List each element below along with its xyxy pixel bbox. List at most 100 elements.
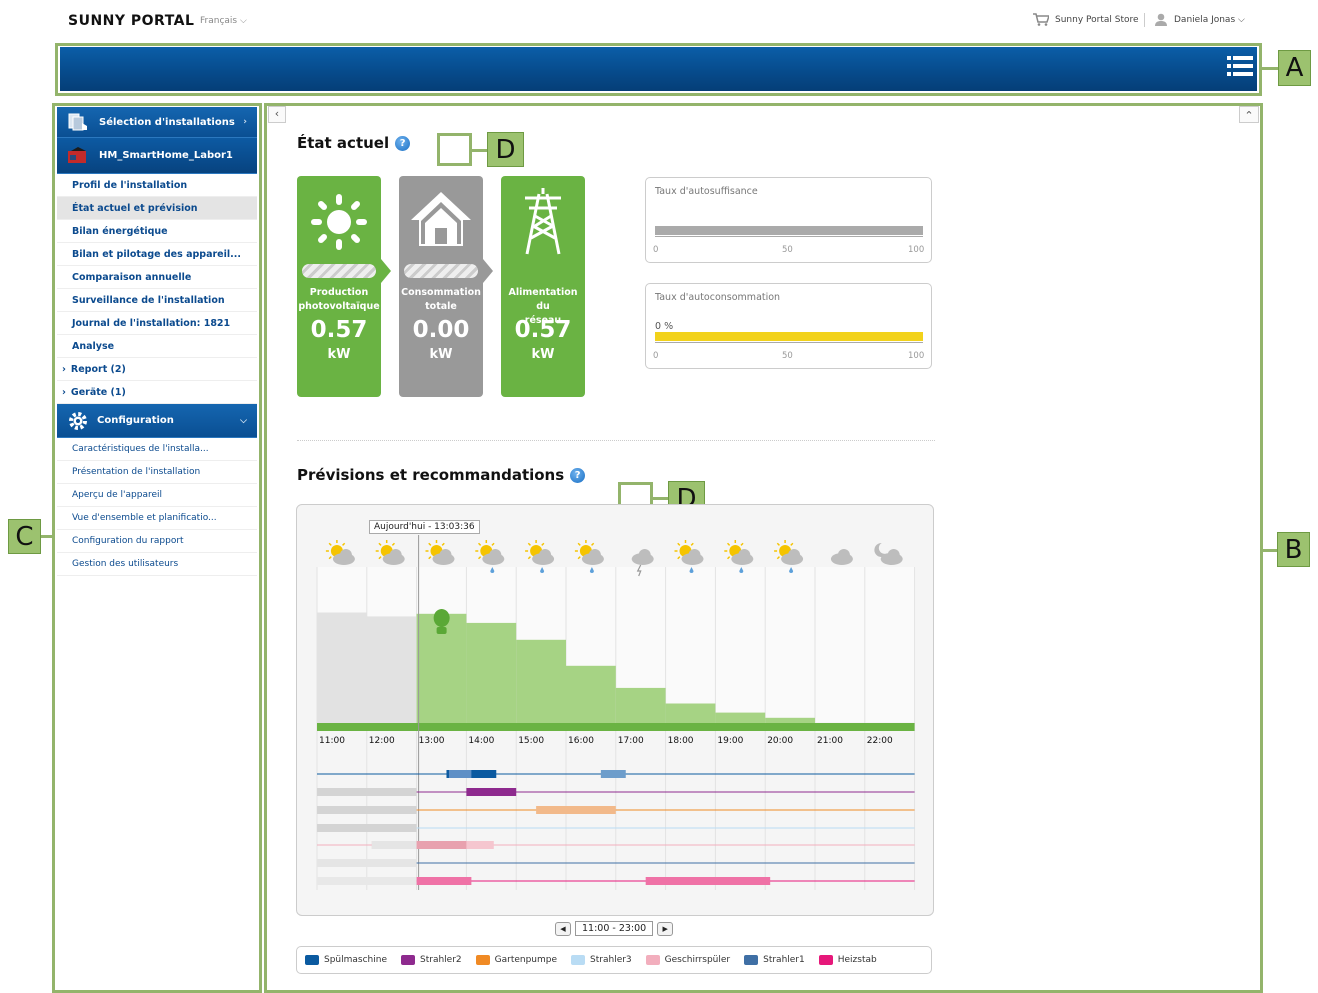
x-tick-label: 14:00 [468, 736, 494, 746]
device-schedule-block [416, 841, 467, 849]
config-item[interactable]: Présentation de l'installation [57, 461, 257, 484]
sidebar-item[interactable]: État actuel et prévision [57, 197, 257, 220]
x-tick-label: 18:00 [668, 736, 694, 746]
sun-cloud-weather-icon [425, 540, 455, 565]
help-icon[interactable]: ? [570, 468, 586, 483]
legend-label: Gartenpumpe [494, 955, 558, 965]
config-item[interactable]: Gestion des utilisateurs [57, 553, 257, 576]
forecast-bar [366, 616, 417, 723]
sidebar-item-label: Report (2) [70, 363, 126, 375]
cloud-weather-icon [830, 549, 853, 565]
x-tick-label: 13:00 [419, 736, 445, 746]
config-item[interactable]: Vue d'ensemble et planificatio... [57, 507, 257, 530]
sidebar-item-label: Geräte (1) [70, 386, 126, 398]
config-item[interactable]: Caractéristiques de l'installa... [57, 438, 257, 461]
callout-c: C [8, 519, 41, 554]
plant-name-header[interactable]: HM_SmartHome_Labor1 [57, 138, 257, 174]
self-consumption-gauge: Taux d'autoconsommation 0 % 0 50 100 [645, 283, 932, 369]
house-icon [411, 192, 471, 246]
previous-range-button[interactable]: ◀ [555, 921, 571, 936]
gear-icon [69, 411, 87, 430]
x-tick-label: 11:00 [319, 736, 345, 746]
sidebar-item[interactable]: Bilan énergétique [57, 220, 257, 243]
pv-production-tile[interactable]: Production photovoltaïque 0.57 kW [297, 176, 381, 397]
chart-baseline [317, 723, 915, 731]
device-schedule-block [600, 770, 626, 778]
user-menu[interactable]: Daniela Jonas ⌵ [1154, 13, 1245, 26]
plant-selection-header[interactable]: Sélection d'installations › [57, 107, 257, 138]
grid-feed-in-tile[interactable]: Alimentation du réseau 0.57 kW [501, 176, 585, 397]
header-bar [60, 47, 1257, 91]
top-divider [1144, 13, 1145, 27]
device-schedule-block [416, 877, 472, 885]
chevron-right-icon: › [62, 363, 66, 375]
gauge-tick: 0 [653, 245, 659, 255]
configuration-header[interactable]: Configuration ⌵ [57, 404, 257, 438]
x-tick-label: 16:00 [568, 736, 594, 746]
sun-cloud-weather-icon [375, 540, 405, 565]
gauge-axis [655, 236, 923, 237]
x-tick-label: 22:00 [867, 736, 893, 746]
sidebar-item[interactable]: Analyse [57, 335, 257, 358]
forecast-bar [715, 712, 766, 723]
sunny-portal-logo[interactable]: SUNNY PORTAL [68, 13, 194, 29]
sidebar-item[interactable]: Journal de l'installation: 1821 [57, 312, 257, 335]
x-tick-label: 21:00 [817, 736, 843, 746]
current-state-heading: État actuel? [297, 133, 411, 152]
config-item[interactable]: Configuration du rapport [57, 530, 257, 553]
device-schedule-block [645, 877, 771, 885]
help-icon[interactable]: ? [395, 136, 411, 151]
callout-d: D [487, 132, 524, 167]
legend-swatch [744, 955, 759, 965]
legend-swatch [305, 955, 319, 965]
sidebar-item-report[interactable]: › Report (2) [57, 358, 257, 381]
sidebar-item[interactable]: Bilan et pilotage des appareil... [57, 243, 257, 266]
gauge-title: Taux d'autoconsommation [655, 292, 781, 303]
store-link[interactable]: Sunny Portal Store [1033, 13, 1139, 26]
sidebar-item[interactable]: Profil de l'installation [57, 174, 257, 197]
legend-item: Heizstab [818, 955, 877, 965]
callout-d-line [472, 149, 487, 152]
forecast-bar [466, 622, 517, 723]
next-range-button[interactable]: ▶ [657, 921, 674, 936]
callout-c-line [41, 535, 53, 538]
tile-value: 0.57 [514, 317, 572, 343]
collapse-section-button[interactable]: ⌃ [1239, 106, 1259, 123]
user-name: Daniela Jonas ⌵ [1174, 14, 1245, 25]
legend-swatch [818, 955, 833, 965]
sidebar-item-devices[interactable]: › Geräte (1) [57, 381, 257, 404]
x-tick-label: 20:00 [767, 736, 793, 746]
sidebar-item[interactable]: Comparaison annuelle [57, 266, 257, 289]
time-range[interactable]: 11:00 - 23:00 [575, 921, 654, 936]
chevron-down-icon: ⌵ [240, 415, 247, 426]
range-navigator: ◀ 11:00 - 23:00 ▶ [555, 921, 674, 936]
total-consumption-tile[interactable]: Consommation totale 0.00 kW [399, 176, 483, 397]
config-item[interactable]: Aperçu de l'appareil [57, 484, 257, 507]
callout-a: A [1278, 50, 1311, 86]
forecast-chart-svg: 11:00 12:00 13:00 14:00 15:00 16:00 17:00 18:00… [316, 535, 916, 890]
forecast-title: Prévisions et recommandations [297, 466, 565, 484]
callout-b: B [1277, 532, 1310, 567]
legend-label: Spülmaschine [324, 955, 387, 965]
x-tick-label: 19:00 [717, 736, 743, 746]
flow-arrow-icon [381, 259, 391, 283]
legend-label: Strahler3 [590, 955, 632, 965]
sidebar: Sélection d'installations › HM_SmartHome… [57, 107, 257, 576]
collapse-sidebar-button[interactable]: ‹ [268, 106, 286, 123]
device-schedule-block [317, 824, 417, 832]
plant-list-icon [68, 113, 87, 131]
sidebar-item[interactable]: Surveillance de l'installation [57, 289, 257, 312]
chevron-right-icon: › [62, 386, 66, 398]
gauge-bar [655, 226, 923, 235]
legend-item: Strahler3 [571, 955, 632, 965]
forecast-bar [615, 687, 666, 723]
flow-progress [404, 264, 478, 278]
flow-progress [302, 264, 376, 278]
forecast-heading: Prévisions et recommandations? [297, 465, 586, 484]
language-select[interactable]: Français ⌵ [200, 16, 247, 26]
menu-list-icon[interactable] [1224, 53, 1256, 79]
device-schedule-block [317, 859, 417, 867]
legend-item: Geschirrspüler [645, 955, 730, 965]
gauge-axis [655, 342, 923, 343]
current-state-title: État actuel [297, 134, 390, 152]
